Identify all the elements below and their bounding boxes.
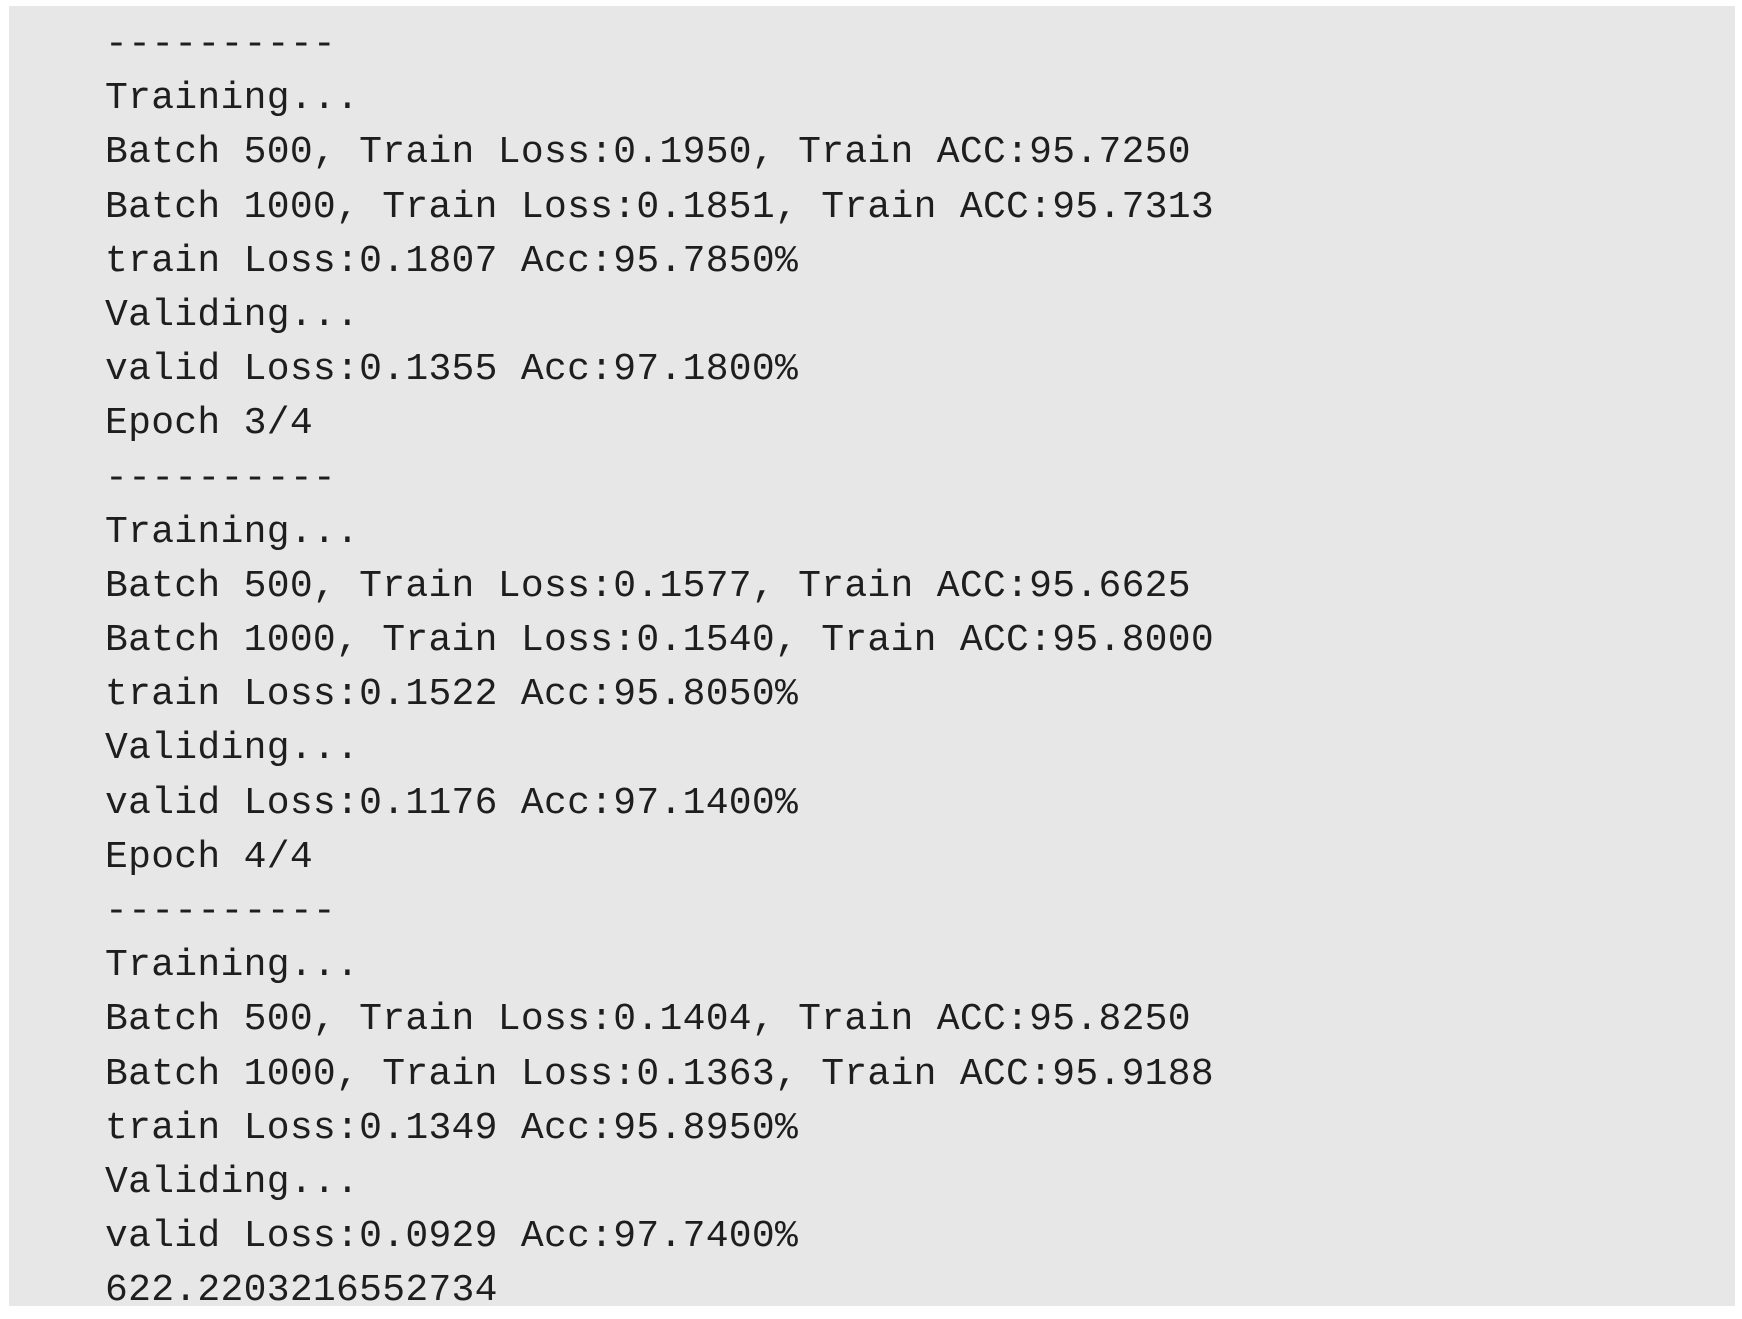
train-summary-line: train Loss:0.1522 Acc:95.8050% <box>105 673 799 717</box>
batch-log-line: Batch 500, Train Loss:0.1950, Train ACC:… <box>105 131 1191 175</box>
train-summary-line: train Loss:0.1349 Acc:95.8950% <box>105 1106 799 1150</box>
valid-summary-line: valid Loss:0.1355 Acc:97.1800% <box>105 348 799 392</box>
training-status-line: Training... <box>105 944 360 988</box>
console-output-panel: ---------- Training... Batch 500, Train … <box>9 6 1735 1312</box>
batch-log-line: Batch 1000, Train Loss:0.1363, Train ACC… <box>105 1052 1214 1096</box>
elapsed-time-line: 622.2203216552734 <box>105 1269 498 1313</box>
epoch-line: Epoch 4/4 <box>105 835 313 879</box>
training-status-line: Training... <box>105 510 360 554</box>
validating-status-line: Validing... <box>105 293 360 337</box>
valid-summary-line: valid Loss:0.0929 Acc:97.7400% <box>105 1215 799 1259</box>
validating-status-line: Validing... <box>105 727 360 771</box>
epoch-line: Epoch 3/4 <box>105 402 313 446</box>
train-summary-line: train Loss:0.1807 Acc:95.7850% <box>105 239 799 283</box>
batch-log-line: Batch 500, Train Loss:0.1404, Train ACC:… <box>105 998 1191 1042</box>
validating-status-line: Validing... <box>105 1160 360 1204</box>
separator-line: ---------- <box>105 456 337 500</box>
training-status-line: Training... <box>105 77 360 121</box>
valid-summary-line: valid Loss:0.1176 Acc:97.1400% <box>105 781 799 825</box>
separator-line: ---------- <box>105 23 337 66</box>
separator-line: ---------- <box>105 890 337 933</box>
batch-log-line: Batch 500, Train Loss:0.1577, Train ACC:… <box>105 564 1191 608</box>
batch-log-line: Batch 1000, Train Loss:0.1540, Train ACC… <box>105 619 1214 663</box>
batch-log-line: Batch 1000, Train Loss:0.1851, Train ACC… <box>105 185 1214 229</box>
